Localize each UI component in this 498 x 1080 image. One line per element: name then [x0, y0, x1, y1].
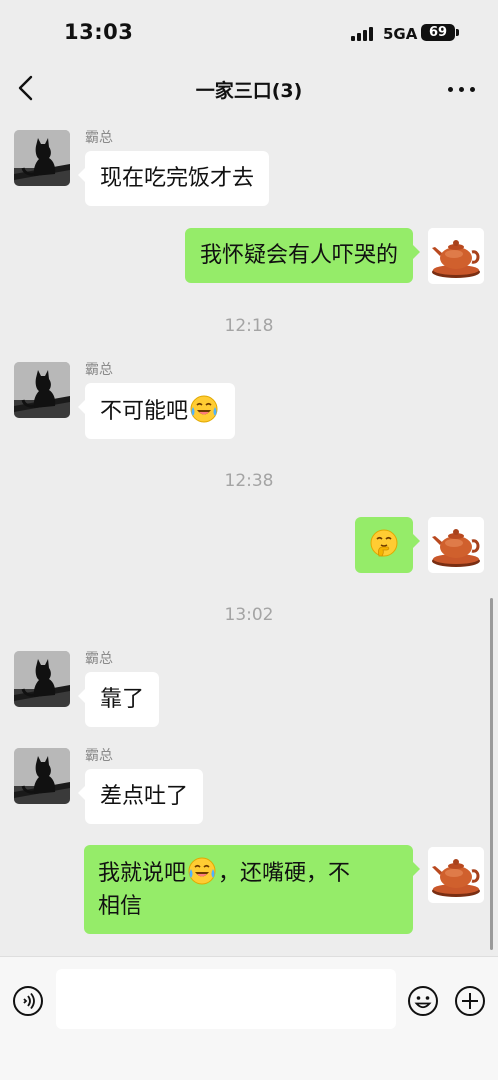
chat-title: 一家三口(3) [195, 80, 303, 102]
black-cat-avatar[interactable] [14, 362, 70, 418]
teapot-avatar[interactable] [428, 228, 484, 284]
message-text: ，还嘴硬，不 [218, 861, 351, 886]
message-text: 相信 [98, 894, 143, 919]
timestamp: 12:38 [224, 471, 274, 491]
message-text: 我就说吧 [98, 861, 187, 886]
sender-name: 霸总 [85, 362, 113, 378]
giggle-emoji [369, 528, 399, 558]
teapot-avatar[interactable] [428, 517, 484, 573]
scrollbar[interactable] [490, 598, 493, 950]
status-bar: 13:03 5GA 69 [0, 0, 498, 66]
message-bubble[interactable]: 我怀疑会有人吓哭的 [184, 228, 421, 283]
battery-icon: 69 [421, 24, 459, 41]
message-bubble[interactable]: 现在吃完饭才去 [77, 151, 270, 206]
message-bubble[interactable]: 不可能吧 [77, 383, 236, 439]
message-text: 不可能吧 [100, 399, 189, 424]
timestamp: 13:02 [224, 605, 274, 625]
black-cat-avatar[interactable] [14, 130, 70, 186]
black-cat-avatar[interactable] [14, 748, 70, 804]
timestamp: 12:18 [224, 316, 274, 336]
sender-name: 霸总 [85, 130, 113, 146]
sender-name: 霸总 [85, 651, 113, 667]
more-options-icon[interactable] [448, 82, 476, 96]
crying-laughing-emoji [187, 856, 217, 886]
network-label: 5GA [383, 25, 418, 43]
teapot-avatar[interactable] [428, 847, 484, 903]
crying-laughing-emoji [189, 394, 219, 424]
nav-bar: 一家三口(3) [0, 66, 498, 112]
black-cat-avatar[interactable] [14, 651, 70, 707]
status-time: 13:03 [64, 20, 134, 44]
message-bubble[interactable] [355, 517, 420, 573]
message-bubble[interactable]: 我就说吧 ，还嘴硬，不相信 [84, 845, 420, 934]
input-bar [0, 956, 498, 1080]
emoji-icon[interactable] [407, 985, 439, 1017]
message-bubble[interactable]: 靠了 [77, 672, 160, 727]
message-bubble[interactable]: 差点吐了 [77, 769, 204, 824]
sender-name: 霸总 [85, 748, 113, 764]
plus-icon[interactable] [454, 985, 486, 1017]
voice-input-icon[interactable] [12, 985, 44, 1017]
message-input[interactable] [56, 969, 396, 1029]
signal-icon [351, 27, 375, 41]
